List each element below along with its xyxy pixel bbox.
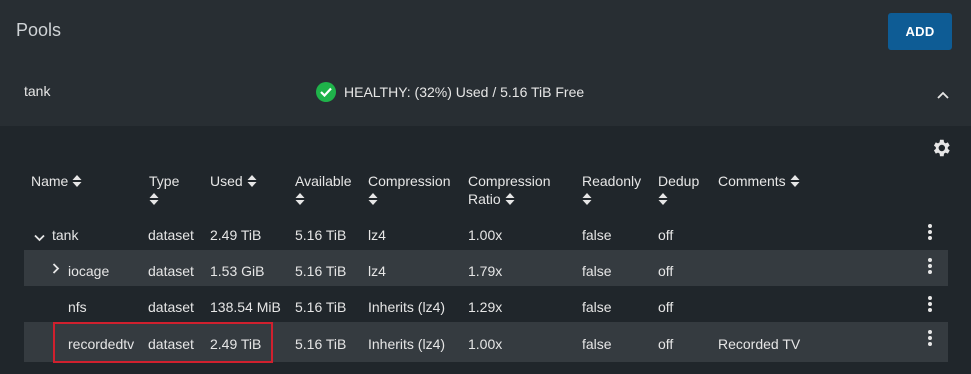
chevron-right-icon[interactable] bbox=[52, 261, 60, 279]
more-vert-icon[interactable] bbox=[924, 256, 936, 276]
gear-icon[interactable] bbox=[930, 137, 952, 164]
column-header-type[interactable]: Type bbox=[149, 172, 179, 209]
column-header-comments[interactable]: Comments bbox=[718, 172, 800, 191]
pool-status-text: HEALTHY: (32%) Used / 5.16 TiB Free bbox=[344, 84, 585, 100]
highlight-box bbox=[53, 322, 273, 363]
dataset-name: tank bbox=[52, 227, 79, 243]
dataset-readonly: false bbox=[582, 263, 612, 279]
dataset-compression: lz4 bbox=[368, 263, 386, 279]
dataset-name: iocage bbox=[68, 263, 110, 279]
sort-icon bbox=[295, 191, 305, 209]
dataset-used: 1.53 GiB bbox=[210, 263, 265, 279]
pool-status: HEALTHY: (32%) Used / 5.16 TiB Free bbox=[316, 82, 584, 102]
pool-header[interactable]: tank HEALTHY: (32%) Used / 5.16 TiB Free bbox=[0, 63, 971, 126]
dataset-type: dataset bbox=[148, 227, 194, 243]
sort-icon bbox=[72, 173, 82, 191]
dataset-ratio: 1.29x bbox=[468, 299, 503, 315]
dataset-used: 138.54 MiB bbox=[210, 299, 281, 315]
dataset-available: 5.16 TiB bbox=[295, 263, 347, 279]
chevron-down-icon[interactable] bbox=[34, 229, 45, 247]
dataset-compression: Inherits (lz4) bbox=[368, 336, 446, 352]
column-header-readonly[interactable]: Readonly bbox=[582, 172, 641, 209]
dataset-available: 5.16 TiB bbox=[295, 227, 347, 243]
more-vert-icon[interactable] bbox=[924, 328, 936, 348]
dataset-comments: Recorded TV bbox=[718, 336, 801, 352]
sort-icon bbox=[658, 191, 668, 209]
dataset-readonly: false bbox=[582, 336, 612, 352]
sort-icon bbox=[368, 191, 378, 209]
dataset-readonly: false bbox=[582, 227, 612, 243]
sort-icon bbox=[582, 191, 592, 209]
dataset-ratio: 1.00x bbox=[468, 336, 503, 352]
column-header-name[interactable]: Name bbox=[31, 172, 82, 191]
dataset-type: dataset bbox=[148, 299, 194, 315]
dataset-ratio: 1.79x bbox=[468, 263, 503, 279]
dataset-compression: lz4 bbox=[368, 227, 386, 243]
sort-icon bbox=[505, 191, 515, 209]
dataset-ratio: 1.00x bbox=[468, 227, 503, 243]
table-row[interactable]: iocage dataset 1.53 GiB 5.16 TiB lz4 1.7… bbox=[24, 250, 948, 286]
chevron-up-icon[interactable] bbox=[937, 86, 949, 104]
column-header-dedup[interactable]: Dedup bbox=[658, 172, 699, 209]
table-row[interactable]: nfs dataset 138.54 MiB 5.16 TiB Inherits… bbox=[24, 290, 948, 326]
column-header-available[interactable]: Available bbox=[295, 172, 352, 209]
dataset-dedup: off bbox=[658, 336, 674, 352]
sort-icon bbox=[247, 173, 257, 191]
dataset-type: dataset bbox=[148, 263, 194, 279]
more-vert-icon[interactable] bbox=[924, 294, 936, 314]
dataset-dedup: off bbox=[658, 263, 674, 279]
dataset-available: 5.16 TiB bbox=[295, 336, 347, 352]
dataset-compression: Inherits (lz4) bbox=[368, 299, 446, 315]
pool-name: tank bbox=[24, 83, 51, 99]
check-circle-icon bbox=[316, 82, 336, 102]
dataset-dedup: off bbox=[658, 299, 674, 315]
dataset-readonly: false bbox=[582, 299, 612, 315]
add-pool-button[interactable]: ADD bbox=[888, 13, 952, 50]
dataset-available: 5.16 TiB bbox=[295, 299, 347, 315]
dataset-name: nfs bbox=[68, 299, 87, 315]
sort-icon bbox=[149, 191, 159, 209]
page-title: Pools bbox=[16, 20, 62, 40]
dataset-dedup: off bbox=[658, 227, 674, 243]
dataset-used: 2.49 TiB bbox=[210, 227, 262, 243]
more-vert-icon[interactable] bbox=[924, 222, 936, 242]
column-header-compression[interactable]: Compression bbox=[368, 172, 450, 209]
sort-icon bbox=[790, 173, 800, 191]
column-header-used[interactable]: Used bbox=[210, 172, 257, 191]
column-header-compression-ratio[interactable]: Compression Ratio bbox=[468, 172, 550, 209]
table-row[interactable]: tank dataset 2.49 TiB 5.16 TiB lz4 1.00x… bbox=[24, 218, 948, 254]
